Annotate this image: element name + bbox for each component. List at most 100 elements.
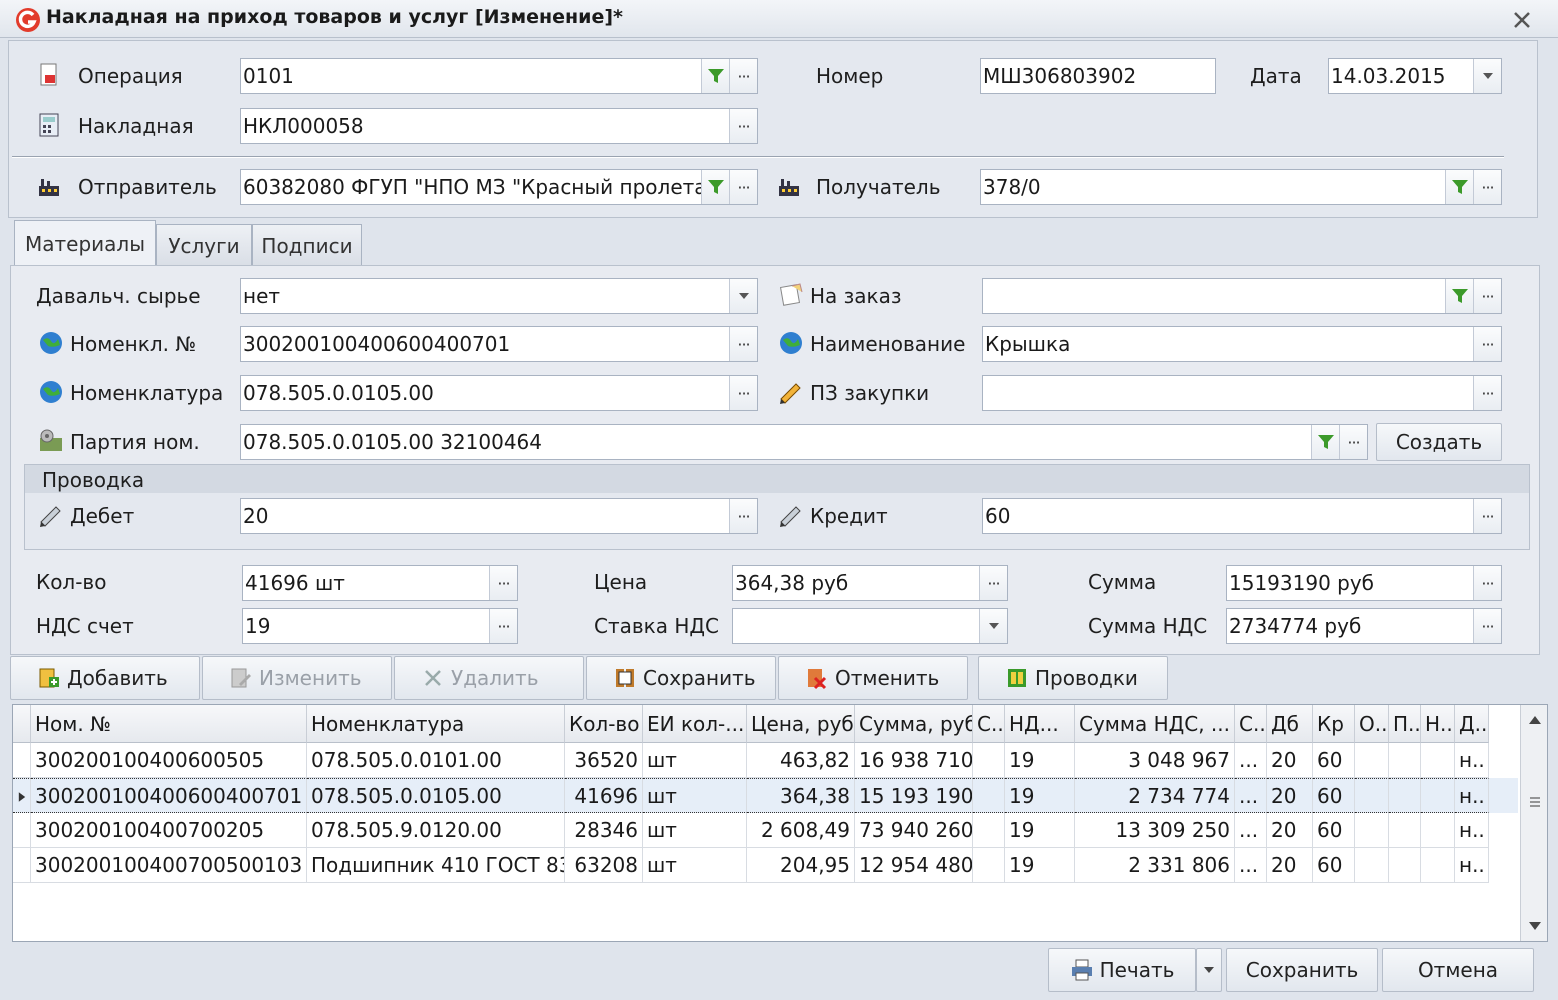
credit-field[interactable]: 60 ··· [982,498,1502,534]
sender-field[interactable]: 60382080 ФГУП "НПО МЗ "Красный пролетари… [240,169,758,205]
pz-field[interactable]: ··· [982,375,1502,411]
chevron-down-icon[interactable] [729,279,757,313]
table-cell[interactable] [973,848,1005,883]
table-row[interactable]: 300200100400700205 078.505.9.0120.00 28346… [13,813,1518,848]
nomenclature-field[interactable]: 078.505.0.0105.00 ··· [240,375,758,411]
column-header[interactable]: Кол-во [565,705,643,743]
ellipsis-icon[interactable]: ··· [729,499,757,533]
table-cell[interactable]: 2 734 774 [1075,778,1235,813]
table-cell[interactable]: ... [1235,848,1267,883]
column-header[interactable]: Сумма, руб [855,705,973,743]
table-cell[interactable]: 2 331 806 [1075,848,1235,883]
batch-field[interactable]: 078.505.0.0105.00 32100464 ··· [240,424,1368,460]
ellipsis-icon[interactable]: ··· [1473,609,1501,643]
table-cell[interactable]: 63208 [565,848,643,883]
table-cell[interactable]: ... [1235,743,1267,778]
postings-button[interactable]: Проводки [978,656,1168,700]
vat-rate-select[interactable] [732,608,1008,644]
name-field[interactable]: Крышка ··· [982,326,1502,362]
table-cell[interactable]: 078.505.0.0101.00 [307,743,565,778]
vat-account-field[interactable]: 19 ··· [242,608,518,644]
raw-material-select[interactable]: нет [240,278,758,314]
filter-icon[interactable] [701,170,729,204]
table-cell[interactable]: 2 608,49 [747,813,855,848]
debit-field[interactable]: 20 ··· [240,498,758,534]
table-cell[interactable]: 3 048 967 [1075,743,1235,778]
date-field[interactable]: 14.03.2015 [1328,58,1502,94]
table-cell[interactable]: 364,38 [747,778,855,813]
nomno-field[interactable]: 300200100400600400701 ··· [240,326,758,362]
table-cell[interactable]: 12 954 480 [855,848,973,883]
order-field[interactable]: ··· [982,278,1502,314]
tab-services[interactable]: Услуги [156,224,252,266]
table-cell[interactable]: Подшипник 410 ГОСТ 8338... [307,848,565,883]
delete-button[interactable]: Удалить [394,656,584,700]
ellipsis-icon[interactable]: ··· [1473,376,1501,410]
ellipsis-icon[interactable]: ··· [729,170,757,204]
recipient-field[interactable]: 378/0 ··· [980,169,1502,205]
scroll-down-icon[interactable] [1528,921,1542,931]
table-cell[interactable] [1421,778,1455,813]
column-header[interactable]: С.. [1235,705,1267,743]
scroll-grip-icon[interactable] [1529,795,1541,811]
filter-icon[interactable] [1311,425,1339,459]
table-cell[interactable] [1389,778,1421,813]
cancel-row-button[interactable]: Отменить [778,656,968,700]
print-button[interactable]: Печать [1048,948,1196,992]
column-header[interactable]: С.. [973,705,1005,743]
table-cell[interactable]: 60 [1313,743,1355,778]
column-header[interactable]: Сумма НДС, ... [1075,705,1235,743]
column-header[interactable]: Дб [1267,705,1313,743]
column-header[interactable]: НД... [1005,705,1075,743]
column-header[interactable]: Н.. [1421,705,1455,743]
column-header[interactable]: П.. [1389,705,1421,743]
table-cell[interactable]: 078.505.9.0120.00 [307,813,565,848]
table-cell[interactable]: 60 [1313,778,1355,813]
tab-materials[interactable]: Материалы [14,220,156,266]
table-cell[interactable]: 300200100400700500103 [31,848,307,883]
table-cell[interactable] [1421,848,1455,883]
ellipsis-icon[interactable]: ··· [1473,170,1501,204]
table-cell[interactable]: 13 309 250 [1075,813,1235,848]
create-button[interactable]: Создать [1376,423,1502,461]
row-indicator[interactable] [13,778,31,813]
ellipsis-icon[interactable]: ··· [1473,279,1501,313]
table-cell[interactable] [1355,778,1389,813]
filter-icon[interactable] [1445,170,1473,204]
table-cell[interactable]: 300200100400600505 [31,743,307,778]
sum-field[interactable]: 15193190 руб ··· [1226,565,1502,601]
table-cell[interactable] [1389,743,1421,778]
table-cell[interactable] [1421,813,1455,848]
column-header[interactable]: Д.. [1455,705,1489,743]
table-cell[interactable] [973,778,1005,813]
ellipsis-icon[interactable]: ··· [1473,566,1501,600]
column-header[interactable]: О.. [1355,705,1389,743]
ellipsis-icon[interactable]: ··· [1473,499,1501,533]
filter-icon[interactable] [1445,279,1473,313]
table-cell[interactable] [1355,813,1389,848]
table-cell[interactable]: шт [643,813,747,848]
table-cell[interactable]: 300200100400700205 [31,813,307,848]
operation-field[interactable]: 0101 ··· [240,58,758,94]
print-dropdown-button[interactable] [1196,948,1222,992]
table-cell[interactable]: н.. [1455,778,1489,813]
table-cell[interactable]: н.. [1455,813,1489,848]
table-cell[interactable]: 19 [1005,743,1075,778]
column-header[interactable]: Номенклатура [307,705,565,743]
materials-grid[interactable]: Ном. № Номенклатура Кол-во ЕИ кол-... Цена, … [12,704,1548,942]
table-cell[interactable] [1389,813,1421,848]
tab-signatures[interactable]: Подписи [252,224,362,266]
table-cell[interactable]: 20 [1267,778,1313,813]
table-row[interactable]: 300200100400600505 078.505.0.0101.00 36520… [13,743,1518,778]
table-cell[interactable]: 19 [1005,778,1075,813]
cancel-button[interactable]: Отмена [1382,948,1534,992]
ellipsis-icon[interactable]: ··· [489,566,517,600]
table-cell[interactable]: ... [1235,778,1267,813]
scroll-up-icon[interactable] [1528,715,1542,725]
vat-sum-field[interactable]: 2734774 руб ··· [1226,608,1502,644]
table-cell[interactable]: 204,95 [747,848,855,883]
add-button[interactable]: Добавить [10,656,200,700]
table-cell[interactable]: шт [643,743,747,778]
table-cell[interactable]: 20 [1267,848,1313,883]
table-cell[interactable]: н.. [1455,848,1489,883]
